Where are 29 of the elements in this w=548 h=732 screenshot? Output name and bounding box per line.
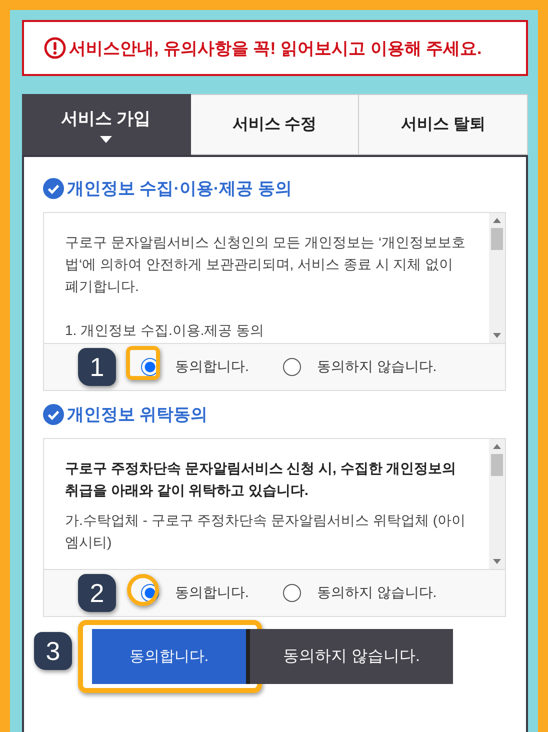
radio-option[interactable]: 동의하지 않습니다. [282, 358, 437, 376]
radio-option[interactable]: 동의하지 않습니다. [282, 584, 437, 602]
paragraph: 구로구 문자알림서비스 신청인의 모든 개인정보는 ‘개인정보보호법‘에 의하여 안전하게 보관관리되며, 서비스 종료 시 지체 없이 폐기합니다. [65, 233, 467, 296]
tab[interactable]: 서비스 탈퇴 [359, 94, 528, 155]
paragraph: 가.수탁업체 - 구로구 주정차단속 문자알림서비스 위탁업체 (아이엠시티) [65, 511, 467, 552]
caret-icon [100, 136, 112, 142]
step-badge: 1 [78, 348, 116, 386]
scrollbar[interactable] [489, 213, 505, 343]
paragraph: 구로구 주정차단속 문자알림서비스 신청 시, 수집한 개인정보의 취급을 아래와 같이 위탁하고 있습니다. [65, 459, 458, 500]
step-badge: 3 [34, 632, 72, 670]
section-title: 개인정보 위탁동의 [67, 404, 208, 426]
warning-icon [44, 37, 66, 59]
highlight-frame [127, 574, 159, 606]
check-icon [43, 404, 64, 425]
step-badge: 2 [78, 574, 116, 612]
tab[interactable]: 서비스 가입 [22, 94, 191, 155]
radio-button[interactable] [282, 584, 301, 602]
agree-button[interactable]: 동의합니다. [92, 629, 250, 684]
tab[interactable]: 서비스 수정 [190, 94, 360, 155]
scrollbar[interactable] [489, 439, 505, 569]
agree-button[interactable]: 동의하지 않습니다. [250, 629, 453, 684]
radio-button[interactable] [282, 358, 301, 376]
radio-option[interactable]: 동의합니다. [141, 358, 249, 376]
section-title: 개인정보 수집·이용·제공 동의 [67, 178, 292, 200]
highlight-frame [126, 346, 160, 380]
paragraph: 1. 개인정보 수집.이용.제공 동의 [65, 321, 266, 340]
radio-option[interactable]: 동의합니다. [141, 584, 249, 602]
notice-text: 서비스안내, 유의사항을 꼭! 읽어보시고 이용해 주세요. [69, 38, 482, 60]
check-icon [43, 178, 64, 199]
